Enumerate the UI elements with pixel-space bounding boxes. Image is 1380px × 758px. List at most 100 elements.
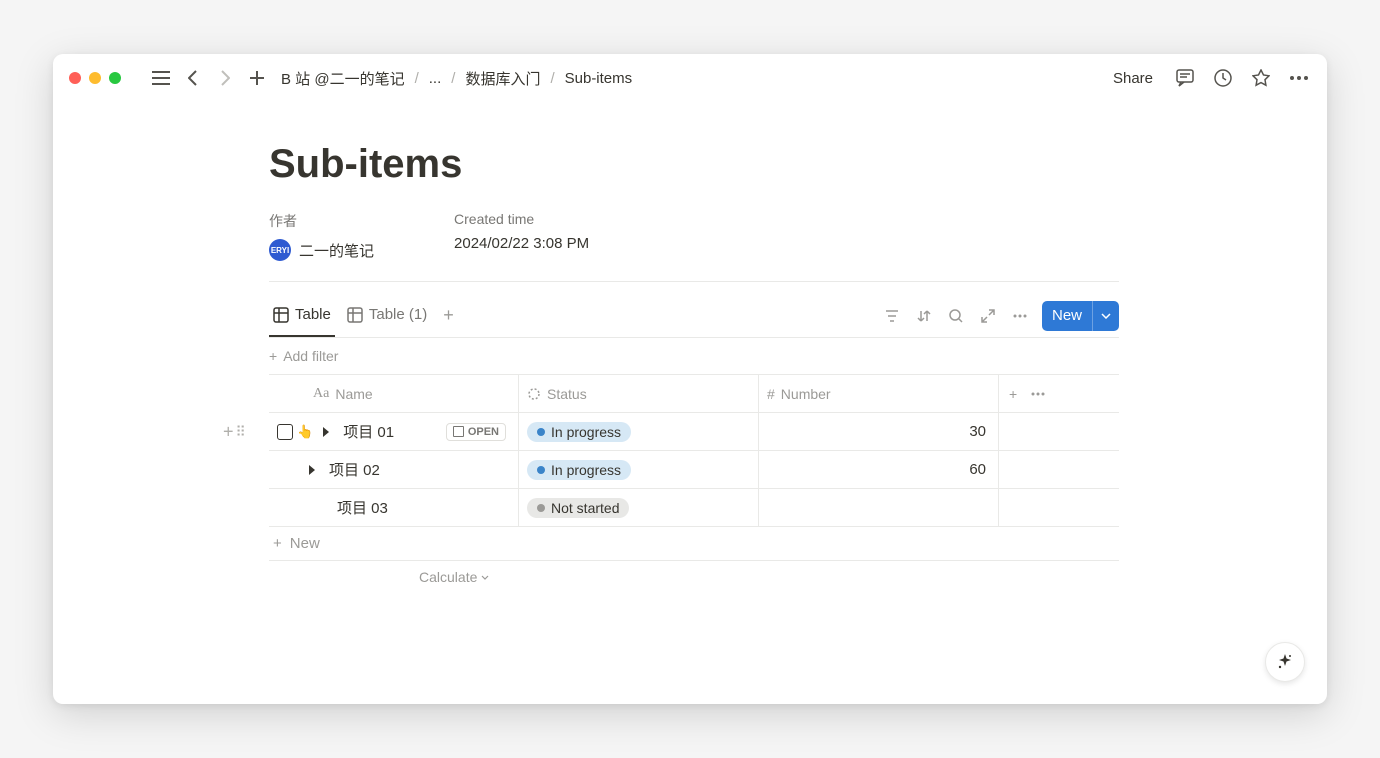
drag-handle-icon[interactable]: ⠿ (236, 423, 246, 440)
breadcrumb: B 站 @二一的笔记 / ... / 数据库入门 / Sub-items (277, 66, 636, 91)
nav-back-icon[interactable] (181, 66, 205, 90)
table-header: Aa Name Status # Number + (269, 375, 1119, 413)
column-name[interactable]: Aa Name (269, 375, 519, 412)
status-cell[interactable]: Not started (519, 489, 759, 526)
more-options-icon[interactable] (1010, 306, 1030, 326)
add-view-button[interactable]: + (439, 305, 458, 326)
menu-icon[interactable] (149, 66, 173, 90)
status-dot-icon (537, 466, 545, 474)
column-label: Name (335, 386, 372, 402)
page-title[interactable]: Sub-items (269, 142, 1119, 187)
tab-table[interactable]: Table (269, 294, 335, 337)
text-type-icon: Aa (313, 386, 329, 402)
table-row[interactable]: 项目 03 Not started (269, 489, 1119, 527)
author-label: 作者 (269, 211, 374, 231)
breadcrumb-ellipsis[interactable]: ... (425, 68, 446, 89)
status-badge: In progress (527, 460, 631, 480)
maximize-window[interactable] (109, 72, 121, 84)
empty-cell (999, 489, 1119, 526)
breadcrumb-parent[interactable]: 数据库入门 (461, 66, 544, 91)
table-row[interactable]: 项目 02 In progress 60 (269, 451, 1119, 489)
breadcrumb-sep: / (415, 70, 419, 87)
tab-label: Table (1) (369, 306, 427, 323)
status-badge: In progress (527, 422, 631, 442)
minimize-window[interactable] (89, 72, 101, 84)
share-button[interactable]: Share (1107, 66, 1159, 91)
status-dot-icon (537, 428, 545, 436)
column-status[interactable]: Status (519, 375, 759, 412)
new-button-dropdown[interactable] (1092, 301, 1119, 331)
status-type-icon (527, 387, 541, 401)
app-window: B 站 @二一的笔记 / ... / 数据库入门 / Sub-items Sha… (53, 54, 1327, 704)
cursor-pointer-icon: 👆 (297, 424, 313, 440)
new-page-icon[interactable] (245, 66, 269, 90)
created-time-label: Created time (454, 211, 589, 227)
status-cell[interactable]: In progress (519, 451, 759, 488)
empty-cell (999, 413, 1119, 450)
author-name: 二一的笔记 (299, 240, 374, 261)
breadcrumb-sep: / (550, 70, 554, 87)
updates-icon[interactable] (1211, 66, 1235, 90)
name-cell[interactable]: 项目 03 (269, 489, 519, 526)
expand-icon[interactable] (978, 306, 998, 326)
number-cell[interactable]: 60 (759, 451, 999, 488)
add-filter-label: Add filter (283, 348, 338, 364)
comments-icon[interactable] (1173, 66, 1197, 90)
open-page-button[interactable]: OPEN (446, 423, 506, 441)
new-row-label: New (290, 535, 320, 552)
author-avatar: ERYI (269, 239, 291, 261)
nav-forward-icon[interactable] (213, 66, 237, 90)
column-label: Number (781, 386, 831, 402)
new-button[interactable]: New (1042, 301, 1119, 331)
tab-label: Table (295, 306, 331, 323)
topbar: B 站 @二一的笔记 / ... / 数据库入门 / Sub-items Sha… (53, 54, 1327, 102)
more-icon[interactable] (1287, 66, 1311, 90)
status-dot-icon (537, 504, 545, 512)
name-cell[interactable]: 项目 02 (269, 451, 519, 488)
column-options-icon[interactable] (1031, 392, 1045, 396)
row-name: 项目 01 (343, 421, 440, 442)
divider (269, 281, 1119, 282)
filter-icon[interactable] (882, 306, 902, 326)
new-row-button[interactable]: + New (269, 527, 1119, 561)
author-value[interactable]: ERYI 二一的笔记 (269, 239, 374, 261)
calculate-button[interactable]: Calculate (419, 569, 489, 585)
view-tabs-row: Table Table (1) + (269, 294, 1119, 338)
sort-icon[interactable] (914, 306, 934, 326)
status-cell[interactable]: In progress (519, 413, 759, 450)
add-row-icon[interactable]: + (223, 421, 234, 442)
name-cell[interactable]: 👆 项目 01 OPEN (269, 413, 519, 450)
add-column-button[interactable]: + (1009, 386, 1017, 402)
number-cell[interactable]: 30 (759, 413, 999, 450)
row-name: 项目 02 (329, 459, 510, 480)
column-number[interactable]: # Number (759, 375, 999, 412)
breadcrumb-sep: / (451, 70, 455, 87)
breadcrumb-current[interactable]: Sub-items (561, 68, 637, 89)
row-checkbox[interactable] (277, 424, 293, 440)
number-type-icon: # (767, 386, 775, 402)
page-properties: 作者 ERYI 二一的笔记 Created time 2024/02/22 3:… (269, 211, 1119, 261)
plus-icon: + (273, 535, 282, 552)
chevron-down-icon (481, 575, 489, 580)
status-badge: Not started (527, 498, 629, 518)
view-toolbar: New (882, 301, 1119, 331)
column-label: Status (547, 386, 587, 402)
tab-table-1[interactable]: Table (1) (343, 294, 431, 337)
calculate-row: Calculate (269, 561, 1119, 593)
table-row[interactable]: +⠿👆项目 01OPENIn progress30 (269, 413, 1119, 451)
close-window[interactable] (69, 72, 81, 84)
page-icon (453, 426, 464, 437)
new-button-label: New (1042, 307, 1092, 324)
favorite-icon[interactable] (1249, 66, 1273, 90)
page-content: Sub-items 作者 ERYI 二一的笔记 Created time 202… (53, 102, 1327, 704)
window-controls (69, 72, 121, 84)
search-icon[interactable] (946, 306, 966, 326)
ai-assistant-button[interactable] (1265, 642, 1305, 682)
created-time-value[interactable]: 2024/02/22 3:08 PM (454, 235, 589, 252)
table-icon (347, 307, 363, 323)
expand-toggle-icon[interactable] (323, 427, 329, 437)
add-filter-button[interactable]: + Add filter (269, 338, 1119, 374)
number-cell[interactable] (759, 489, 999, 526)
expand-toggle-icon[interactable] (309, 465, 315, 475)
breadcrumb-root[interactable]: B 站 @二一的笔记 (277, 66, 409, 91)
